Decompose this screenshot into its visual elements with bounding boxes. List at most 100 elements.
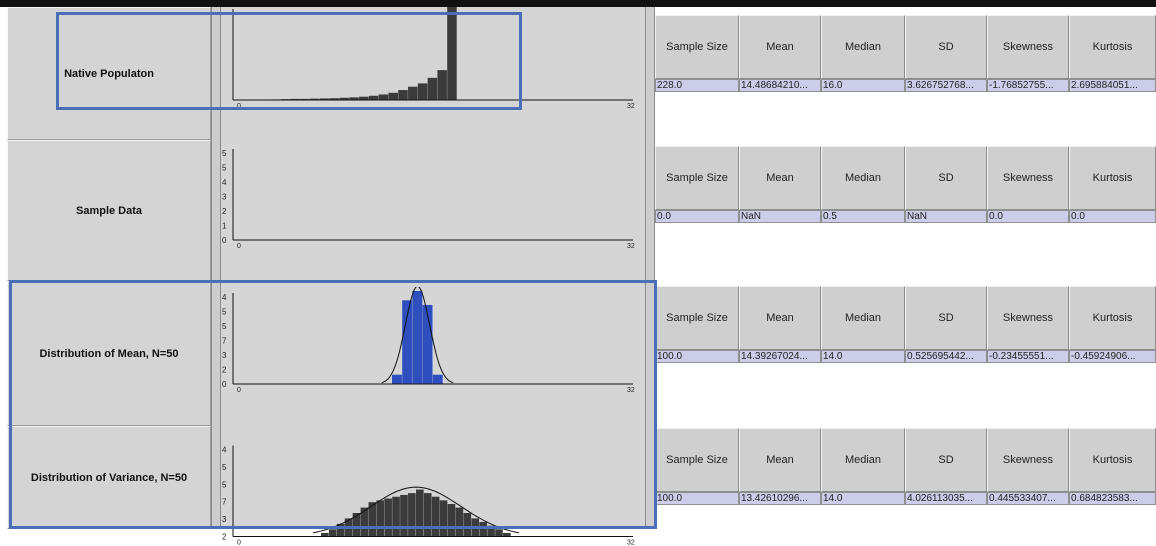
column-header-kurtosis[interactable]: Kurtosis (1069, 286, 1156, 350)
column-header-sample-size[interactable]: Sample Size (655, 146, 739, 210)
histogram-bar (400, 495, 408, 537)
histogram-bar (398, 90, 407, 100)
x-tick-label-min: 0 (237, 387, 241, 394)
stat-cell-skewness[interactable]: 0.445533407... (987, 492, 1069, 505)
column-header-median[interactable]: Median (821, 146, 905, 210)
stat-cell-mean[interactable]: NaN (739, 210, 821, 223)
left-split-divider[interactable] (211, 7, 221, 529)
histogram-bar (379, 94, 388, 100)
histogram-bar (418, 83, 427, 100)
column-header-skewness[interactable]: Skewness (987, 428, 1069, 492)
x-tick-label-max: 32 (627, 387, 635, 394)
histogram-bar (432, 497, 440, 537)
histogram-bar (447, 7, 456, 100)
stat-cell-skewness[interactable]: -0.23455551... (987, 350, 1069, 363)
stat-cell-median[interactable]: 14.0 (821, 492, 905, 505)
y-tick-label: 0 (222, 380, 227, 389)
stat-cell-mean[interactable]: 13.42610296... (739, 492, 821, 505)
column-header-sample-size[interactable]: Sample Size (655, 286, 739, 350)
histogram-bar (329, 529, 337, 536)
histogram-bar (392, 375, 402, 384)
histogram-bar (424, 493, 432, 536)
histogram-bar (402, 300, 412, 384)
y-tick-label: 4 (222, 178, 227, 187)
statistics-applet: Native Populaton Sample Data Distributio… (0, 0, 1156, 529)
column-header-kurtosis[interactable]: Kurtosis (1069, 146, 1156, 210)
histogram-bar (408, 87, 417, 100)
histogram-bar (416, 490, 424, 537)
stat-cell-kurtosis[interactable]: 0.0 (1069, 210, 1156, 223)
histogram-bar (392, 497, 400, 537)
stat-cell-median[interactable]: 16.0 (821, 79, 905, 92)
x-tick-label-max: 32 (627, 540, 635, 546)
y-tick-label: 3 (222, 515, 227, 524)
column-header-sd[interactable]: SD (905, 428, 987, 492)
row-label-sample-data[interactable]: Sample Data (7, 140, 211, 281)
y-tick-label: 7 (222, 337, 227, 346)
row-label-distribution-of-mean[interactable]: Distribution of Mean, N=50 (7, 281, 211, 426)
native-population-histogram: 0 32 (221, 3, 645, 118)
stat-cell-sample-size[interactable]: 228.0 (655, 79, 739, 92)
histogram-bar (448, 504, 456, 537)
stat-cell-skewness[interactable]: -1.76852755... (987, 79, 1069, 92)
row-label-distribution-of-variance[interactable]: Distribution of Variance, N=50 (7, 426, 211, 529)
x-tick-label-min: 0 (237, 243, 241, 250)
y-tick-label: 5 (222, 480, 227, 489)
histogram-bar (487, 526, 495, 537)
column-header-median[interactable]: Median (821, 286, 905, 350)
stat-cell-kurtosis[interactable]: -0.45924906... (1069, 350, 1156, 363)
stat-cell-kurtosis[interactable]: 0.684823583... (1069, 492, 1156, 505)
right-split-divider[interactable] (645, 7, 655, 529)
column-header-sample-size[interactable]: Sample Size (655, 428, 739, 492)
column-header-skewness[interactable]: Skewness (987, 286, 1069, 350)
x-tick-label-min: 0 (237, 103, 241, 110)
stat-cell-mean[interactable]: 14.48684210... (739, 79, 821, 92)
column-header-mean[interactable]: Mean (739, 146, 821, 210)
histogram-bar (321, 533, 329, 537)
column-header-skewness[interactable]: Skewness (987, 15, 1069, 79)
stat-cell-sample-size[interactable]: 100.0 (655, 492, 739, 505)
column-header-sample-size[interactable]: Sample Size (655, 15, 739, 79)
x-tick-label-min: 0 (237, 540, 241, 546)
stat-cell-median[interactable]: 14.0 (821, 350, 905, 363)
sample-data-histogram: 5543210032 (221, 143, 645, 258)
histogram-bar (428, 78, 437, 100)
histogram-bar (437, 70, 446, 100)
column-header-sd[interactable]: SD (905, 286, 987, 350)
column-header-mean[interactable]: Mean (739, 15, 821, 79)
stat-cell-sd[interactable]: 0.525695442... (905, 350, 987, 363)
histogram-bar (433, 375, 443, 384)
histogram-bar (503, 533, 511, 537)
distribution-of-mean-histogram: 4557320032 (221, 287, 645, 402)
stat-cell-sd[interactable]: 4.026113035... (905, 492, 987, 505)
column-header-kurtosis[interactable]: Kurtosis (1069, 428, 1156, 492)
column-header-median[interactable]: Median (821, 15, 905, 79)
histogram-bar (471, 518, 479, 536)
histogram-bar (353, 513, 361, 537)
column-header-sd[interactable]: SD (905, 15, 987, 79)
stat-cell-kurtosis[interactable]: 2.695884051... (1069, 79, 1156, 92)
y-tick-label: 5 (222, 164, 227, 173)
stat-cell-sample-size[interactable]: 0.0 (655, 210, 739, 223)
x-tick-label-max: 32 (627, 103, 635, 110)
histogram-bar (408, 493, 416, 536)
stat-cell-sample-size[interactable]: 100.0 (655, 350, 739, 363)
stat-cell-sd[interactable]: NaN (905, 210, 987, 223)
y-tick-label: 3 (222, 193, 227, 202)
stat-cell-median[interactable]: 0.5 (821, 210, 905, 223)
column-header-kurtosis[interactable]: Kurtosis (1069, 15, 1156, 79)
row-label-native-population[interactable]: Native Populaton (7, 7, 211, 140)
y-tick-label: 3 (222, 351, 227, 360)
column-header-mean[interactable]: Mean (739, 428, 821, 492)
column-header-skewness[interactable]: Skewness (987, 146, 1069, 210)
histogram-bar (479, 522, 487, 536)
histogram-bar (369, 96, 378, 100)
histogram-bar (388, 93, 397, 100)
stat-cell-mean[interactable]: 14.39267024... (739, 350, 821, 363)
column-header-median[interactable]: Median (821, 428, 905, 492)
column-header-mean[interactable]: Mean (739, 286, 821, 350)
y-tick-label: 2 (222, 366, 227, 375)
stat-cell-sd[interactable]: 3.626752768... (905, 79, 987, 92)
column-header-sd[interactable]: SD (905, 146, 987, 210)
stat-cell-skewness[interactable]: 0.0 (987, 210, 1069, 223)
